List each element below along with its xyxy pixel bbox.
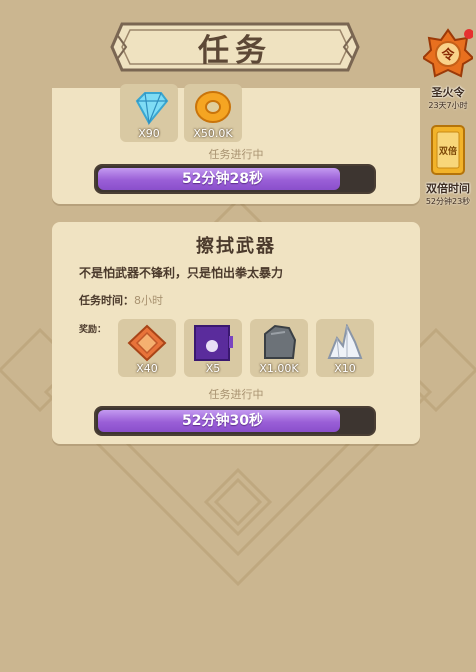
reward-count: X90 [138,127,160,140]
reward-slot-coin[interactable]: X50.0K [184,84,242,142]
double-time-icon: 双倍 [431,125,465,175]
stone-icon [264,324,297,359]
quest-timer: 52分钟28秒 [182,171,263,187]
holy-fire-token-button[interactable]: 令 圣火令 23天7小时 [420,28,476,111]
purple-tile-icon [194,325,233,361]
quest-progress-bar: 52分钟30秒 [94,406,376,436]
page-title: 任务 [198,32,272,69]
token-name: 圣火令 [431,86,465,99]
coin-icon [195,91,231,123]
holy-fire-token-icon: 令 [421,28,475,78]
quest-description: 不是怕武器不锋利，只是怕出拳太暴力 [79,266,284,280]
reward-slot-badge[interactable]: X40 [118,319,176,377]
reward-slot-diamond[interactable]: X90 [120,84,178,142]
reward-slot-purple-tile[interactable]: X5 [184,319,242,377]
reward-count: X1.00K [259,362,299,375]
reward-slot-stone[interactable]: X1.00K [250,319,308,377]
quest-time-value: 8小时 [134,294,163,307]
double-time-timer: 52分钟23秒 [425,197,471,206]
reward-count: X50.0K [193,127,233,140]
double-time-name: 双倍时间 [426,182,470,195]
quest-card-1: X90 X50.0K 任务进行中 52分钟28秒 [52,84,420,204]
quest-time-label: 任务时间： [79,294,134,307]
quest-status: 任务进行中 [208,388,264,401]
diamond-icon [135,92,169,126]
quest-status: 任务进行中 [208,148,264,161]
double-glyph: 双倍 [439,145,457,157]
reward-count: X5 [205,362,221,375]
title-banner: 任务 [108,18,362,76]
quest-timer: 52分钟30秒 [182,413,263,429]
reward-count: X10 [334,362,356,375]
token-timer: 23天7小时 [428,101,468,110]
double-time-button[interactable]: 双倍 双倍时间 52分钟23秒 [420,124,476,207]
badge-icon [127,324,167,362]
quest-time: 任务时间：8小时 [79,292,163,308]
reward-count: X40 [136,362,158,375]
reward-slot-crystal[interactable]: X10 [316,319,374,377]
token-glyph: 令 [441,47,455,63]
quest-card-2: 擦拭武器 不是怕武器不锋利，只是怕出拳太暴力 任务时间：8小时 奖励： X40 … [52,222,420,444]
rewards-label: 奖励： [79,325,107,335]
quest-title: 擦拭武器 [196,236,276,257]
crystal-icon [327,324,363,359]
quest-progress-bar: 52分钟28秒 [94,164,376,194]
